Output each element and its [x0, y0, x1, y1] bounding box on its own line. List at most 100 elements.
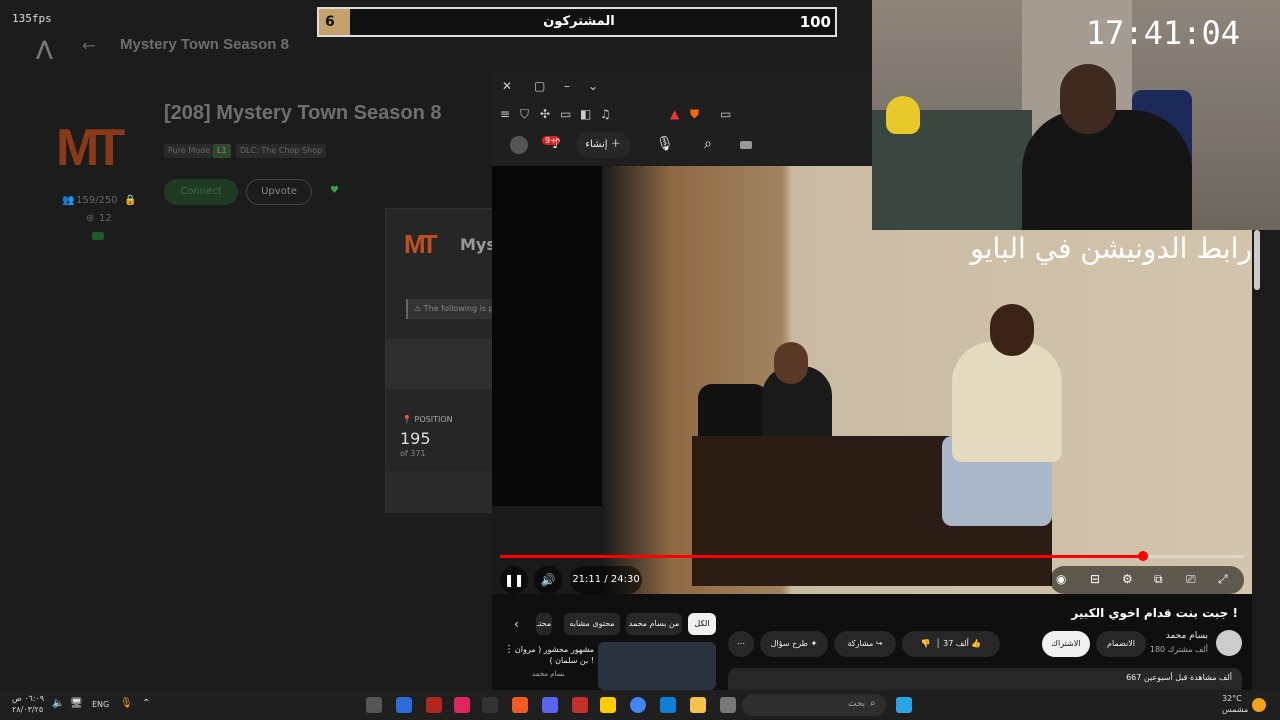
search-input[interactable]	[740, 141, 752, 149]
progress-bar[interactable]	[500, 551, 1244, 561]
network-icon[interactable]: 🖥	[70, 698, 83, 709]
tag-dlc: DLC: The Chop Shop	[236, 144, 327, 158]
chip-channel[interactable]: من بسام محمد	[626, 613, 682, 635]
watch-metadata: جبت بنت قدام اخوي الكبير ! بسام محمد 180…	[492, 594, 1252, 690]
mic-icon[interactable]: 🎙	[656, 136, 674, 152]
sidebar-icon[interactable]: ◧	[580, 107, 591, 121]
channel-avatar[interactable]	[1216, 630, 1242, 656]
taskview-icon[interactable]	[720, 697, 736, 713]
taskbar-search[interactable]: بحث ⌕	[742, 694, 886, 716]
fullscreen-icon[interactable]: ⤢	[1218, 572, 1228, 587]
menu-icon[interactable]: ≡	[500, 107, 510, 121]
breadcrumb: Mystery Town Season 8	[120, 36, 289, 53]
maximize-icon[interactable]: ▢	[534, 79, 545, 93]
store-icon[interactable]	[660, 697, 676, 713]
create-button[interactable]: إنشاء ＋	[576, 132, 630, 158]
close-icon[interactable]: ✕	[502, 79, 512, 93]
rating-count: 12	[99, 213, 112, 224]
dislike-icon[interactable]: 👎	[921, 639, 931, 648]
subscribe-button[interactable]: الاشتراك	[1042, 631, 1090, 657]
chevron-left-icon[interactable]: ‹	[514, 617, 519, 631]
music-icon[interactable]: ♫	[600, 107, 611, 121]
share-button[interactable]: مشاركة ↪	[834, 631, 896, 657]
channel-name[interactable]: بسام محمد	[1166, 631, 1208, 641]
donation-caption: رابط الدونيشن في البايو	[970, 232, 1252, 265]
rewards-icon[interactable]: ▲	[670, 107, 679, 121]
position-value: 195	[400, 429, 431, 448]
game-icon[interactable]	[482, 697, 498, 713]
progress-knob[interactable]	[1137, 551, 1148, 561]
video-player[interactable]: رابط الدونيشن في البايو ❚❚ 🔊 21:11 / 24:…	[492, 166, 1252, 594]
puzzle-icon[interactable]: ✣	[540, 107, 550, 121]
more-vert-icon[interactable]: ⋮	[504, 644, 514, 655]
chip-overflow[interactable]: محتـ	[536, 613, 552, 635]
miniplayer-icon[interactable]: ⧉	[1154, 572, 1163, 587]
obs-icon[interactable]	[366, 697, 382, 713]
more-icon[interactable]: ⋯	[728, 631, 754, 657]
windows-start-icon[interactable]	[896, 697, 912, 713]
ask-button[interactable]: طرح سؤال ✦	[760, 631, 828, 657]
search-placeholder: بحث	[848, 699, 866, 709]
settings-icon[interactable]: ⚙	[1122, 572, 1133, 586]
app-icon[interactable]	[396, 697, 412, 713]
join-button[interactable]: الانضمام	[1096, 631, 1146, 657]
speaker-icon[interactable]: 🔈	[52, 698, 64, 709]
discord-icon[interactable]	[542, 697, 558, 713]
time-display: 21:11 / 24:30	[570, 566, 642, 594]
position-of: of 371	[400, 449, 426, 458]
server-title: [208] Mystery Town Season 8	[164, 102, 442, 124]
brave-icon[interactable]	[512, 697, 528, 713]
chevron-down-icon[interactable]: ⌄	[588, 79, 598, 93]
related-title[interactable]: مشهور محشور ( مروان بن سلمان ) !	[508, 644, 594, 666]
cam-duck-plush	[886, 96, 920, 134]
minimize-icon[interactable]: –	[564, 79, 570, 93]
modal-logo: MT	[404, 229, 437, 259]
sun-icon[interactable]	[1252, 698, 1266, 712]
tag-pure-mode: Pure Mode	[164, 144, 215, 158]
norton-icon[interactable]	[600, 697, 616, 713]
tag-level: L1	[213, 144, 231, 158]
captions-icon[interactable]: ⊟	[1090, 572, 1100, 586]
progress-fill	[500, 555, 1143, 558]
shield-icon[interactable]: ⛉	[520, 107, 529, 122]
subscriber-goal-bar: 6 المشتركون 100	[317, 7, 837, 37]
bell-icon[interactable]: ♪	[552, 136, 561, 152]
language-indicator[interactable]: ENG	[92, 700, 109, 709]
upvote-button[interactable]: Upvote	[246, 179, 312, 205]
wallet-icon[interactable]: ▭	[560, 107, 571, 121]
connect-button[interactable]: Connect	[164, 179, 238, 205]
chevron-up-icon[interactable]: ⌃	[142, 698, 150, 709]
heart-icon[interactable]: ♥	[330, 185, 339, 196]
launcher-icon[interactable]	[426, 697, 442, 713]
chrome-icon[interactable]	[630, 697, 646, 713]
chip-related[interactable]: محتوى مشابه	[564, 613, 620, 635]
pause-button[interactable]: ❚❚	[500, 566, 528, 594]
volume-icon[interactable]: 🔊	[534, 566, 562, 594]
mic-icon[interactable]: 🎙	[120, 698, 133, 709]
modal-title: Mys	[460, 235, 496, 254]
server-logo: MT	[56, 119, 125, 177]
cast-icon[interactable]: ⎚	[1186, 572, 1196, 587]
avatar[interactable]	[510, 136, 528, 154]
tiktok-icon[interactable]	[454, 697, 470, 713]
goal-target: 100	[799, 13, 831, 31]
view-count: 667 ألف مشاهدة قبل أسبوعين	[1126, 673, 1232, 682]
launcher-logo-icon[interactable]: ⋀	[36, 36, 53, 60]
like-icon[interactable]: 👍	[971, 639, 981, 648]
scrollbar[interactable]	[1254, 230, 1260, 290]
description-box[interactable]: 667 ألف مشاهدة قبل أسبوعين	[728, 668, 1242, 690]
modal-footer	[386, 471, 496, 513]
back-arrow-icon[interactable]: ←	[82, 36, 95, 55]
video-app-icon[interactable]	[572, 697, 588, 713]
chip-all[interactable]: الكل	[688, 613, 716, 635]
brave-shield-icon[interactable]: ⛊	[690, 107, 699, 122]
cast-icon[interactable]: ▭	[720, 107, 731, 121]
folder-icon[interactable]	[690, 697, 706, 713]
video-tv	[492, 166, 602, 506]
like-dislike-button[interactable]: 👎 │ 37 ألف 👍	[902, 631, 1000, 657]
position-label-text: POSITION	[414, 415, 453, 424]
search-icon[interactable]: ⌕	[704, 136, 712, 152]
queue-modal: MT Mys ⚠ The following is p 📍 POSITION 1…	[385, 208, 506, 513]
related-thumbnail[interactable]	[598, 642, 716, 690]
autoplay-toggle[interactable]: ◉	[1056, 572, 1066, 586]
